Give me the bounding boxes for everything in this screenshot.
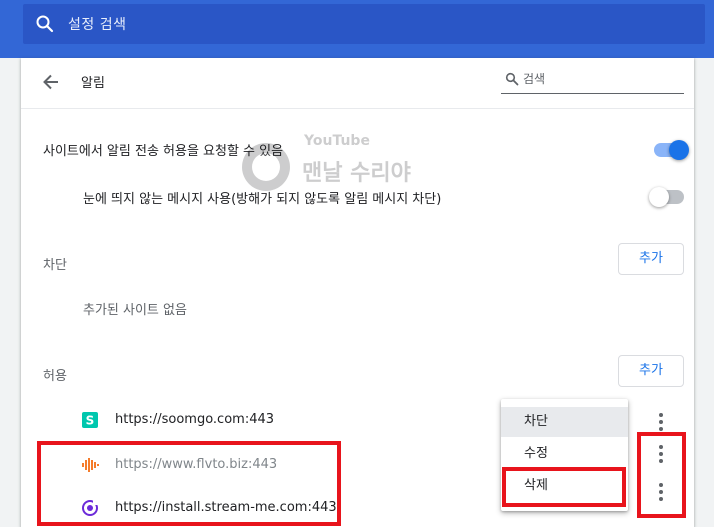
menu-item-edit[interactable]: 수정 — [501, 439, 628, 469]
block-section-label: 차단 — [43, 258, 67, 273]
settings-search-box[interactable]: 설정 검색 — [23, 4, 705, 44]
ask-permission-toggle[interactable] — [654, 140, 689, 160]
svg-text:S: S — [86, 414, 95, 428]
allow-section-label: 허용 — [43, 369, 67, 384]
site-search[interactable] — [501, 66, 684, 94]
ask-permission-label: 사이트에서 알림 전송 허용을 요청할 수 있음 — [43, 144, 284, 159]
toggle-knob — [669, 140, 689, 160]
soomgo-favicon-icon: S — [82, 412, 98, 428]
site-url: https://www.flvto.biz:443 — [115, 457, 278, 472]
no-sites-text: 추가된 사이트 없음 — [83, 303, 187, 318]
quiet-messaging-toggle[interactable] — [649, 187, 684, 207]
settings-search-label: 설정 검색 — [68, 17, 127, 33]
search-icon — [36, 15, 54, 33]
streamme-favicon-icon — [82, 500, 98, 516]
add-block-button[interactable]: 추가 — [618, 243, 684, 275]
top-bar: 설정 검색 — [0, 0, 714, 58]
search-icon — [505, 72, 519, 86]
menu-item-delete[interactable]: 삭제 — [501, 471, 628, 501]
site-url: https://soomgo.com:443 — [115, 412, 275, 427]
add-allow-button[interactable]: 추가 — [618, 355, 684, 387]
more-actions-icon[interactable] — [651, 410, 671, 434]
site-url: https://install.stream-me.com:443 — [115, 500, 337, 515]
flvto-favicon-icon — [82, 458, 99, 472]
site-search-input[interactable] — [523, 68, 678, 90]
more-actions-icon[interactable] — [651, 442, 671, 466]
quiet-messaging-label: 눈에 띄지 않는 메시지 사용(방해가 되지 않도록 알림 메시지 차단) — [83, 192, 442, 207]
back-arrow-icon[interactable] — [41, 72, 61, 92]
divider — [21, 108, 694, 109]
menu-item-block[interactable]: 차단 — [501, 407, 628, 437]
more-actions-icon[interactable] — [651, 480, 671, 504]
toggle-knob — [649, 187, 669, 207]
page-title: 알림 — [81, 76, 105, 91]
site-context-menu: 차단 수정 삭제 — [501, 399, 628, 511]
